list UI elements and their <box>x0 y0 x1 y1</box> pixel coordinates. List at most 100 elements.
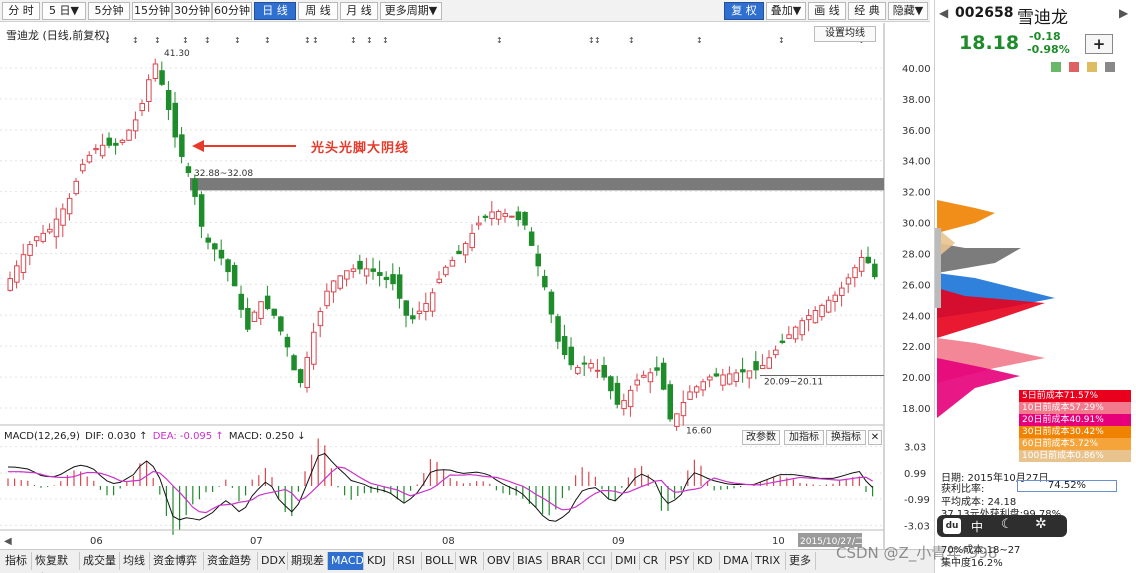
prev-stock-icon[interactable]: ◀ <box>939 6 948 20</box>
period-button-5day[interactable]: 5 日▼ <box>42 2 86 20</box>
gap-band <box>190 178 884 191</box>
overlay-button[interactable]: 叠加▼ <box>766 2 806 20</box>
chart-title: 雪迪龙 (日线,前复权) <box>6 29 110 42</box>
candle-body <box>284 336 291 348</box>
indicator-tab[interactable]: WR <box>456 552 484 570</box>
candle-body <box>766 357 772 369</box>
indicator-tab[interactable]: CR <box>640 552 666 570</box>
indicator-tab[interactable]: DMI <box>612 552 640 570</box>
price-tick-label: 28.00 <box>902 249 931 260</box>
indicator-tab[interactable]: 资金趋势 <box>204 552 258 570</box>
candle-annotation: 光头光脚大阴线 <box>311 141 410 156</box>
event-marker: ↕ <box>382 36 389 45</box>
hide-button[interactable]: 隐藏▼ <box>888 2 928 20</box>
chip-scrollbar <box>935 228 941 308</box>
period-button-60min[interactable]: 60分钟 <box>212 2 252 20</box>
candle-body <box>535 253 541 267</box>
candle-body <box>205 237 211 243</box>
ma-setting-button[interactable]: 设置均线 <box>814 26 876 42</box>
indicator-tab[interactable]: CCI <box>584 552 612 570</box>
indicator-tab[interactable]: DDX <box>258 552 288 570</box>
period-button-30min[interactable]: 30分钟 <box>172 2 212 20</box>
candle-body <box>99 144 106 157</box>
indicator-tab[interactable]: BOLL <box>422 552 456 570</box>
indicator-tab[interactable]: 更多 <box>786 552 816 570</box>
candle-body <box>192 178 198 197</box>
period-button-15min[interactable]: 15分钟 <box>132 2 172 20</box>
edit-params-button[interactable]: 改参数 <box>742 430 780 445</box>
close-indicator-button[interactable]: ✕ <box>868 430 882 445</box>
candle-body <box>86 154 93 163</box>
du-icon[interactable]: du <box>943 518 961 534</box>
indicator-tab[interactable]: DMA <box>720 552 752 570</box>
indicator-tab[interactable]: KD <box>694 552 720 570</box>
candle-body <box>872 263 878 278</box>
macd-value: MACD: 0.250 ↓ <box>228 431 306 442</box>
period-button-5min[interactable]: 5分钟 <box>88 2 130 20</box>
candle-body <box>218 249 225 259</box>
candle-body <box>443 266 449 276</box>
indicator-tab[interactable]: BRAR <box>548 552 584 570</box>
switch-indicator-button[interactable]: 换指标 <box>826 430 866 445</box>
candle-body <box>561 336 568 356</box>
indicator-tab[interactable]: 期现差 <box>288 552 328 570</box>
event-marker: ↕ <box>696 36 703 45</box>
period-button-daily[interactable]: 日 线 <box>254 2 296 20</box>
candle-body <box>627 389 634 408</box>
flag-icon <box>1087 62 1097 72</box>
indicator-tab[interactable]: 指标 <box>2 552 32 570</box>
candle-body <box>113 142 119 146</box>
macd-dif-value: DIF: 0.030 ↑ <box>85 431 148 442</box>
stock-change-pct: -0.98% <box>1027 43 1070 56</box>
add-watchlist-button[interactable]: + <box>1085 34 1113 54</box>
candle-body <box>515 211 522 221</box>
indicator-tab[interactable]: PSY <box>666 552 694 570</box>
price-row: 18.18 -0.18 -0.98% + <box>935 30 1136 58</box>
next-stock-icon[interactable]: ▶ <box>1119 6 1128 20</box>
event-marker: ↕ <box>182 36 189 45</box>
indicator-tab[interactable]: BIAS <box>514 552 548 570</box>
indicator-tab[interactable]: MACD <box>328 552 364 570</box>
cost-legend-item: 30日前成本30.42% <box>1019 426 1131 438</box>
event-marker: ↕ <box>778 36 785 45</box>
candle-body <box>548 291 555 315</box>
indicator-tab[interactable]: TRIX <box>752 552 786 570</box>
moon-icon[interactable]: ☾ <box>1001 517 1013 532</box>
candle-body <box>555 316 561 342</box>
indicator-tab[interactable]: KDJ <box>364 552 394 570</box>
period-button-more[interactable]: 更多周期▼ <box>380 2 442 20</box>
period-button-fenshi[interactable]: 分 时 <box>2 2 40 20</box>
add-indicator-button[interactable]: 加指标 <box>784 430 824 445</box>
indicator-tab[interactable]: 均线 <box>120 552 150 570</box>
candle-body <box>634 379 640 386</box>
candle-body <box>20 254 27 273</box>
candle-body <box>264 295 271 309</box>
candle-body <box>832 294 838 302</box>
classic-button[interactable]: 经 典 <box>848 2 886 20</box>
indicator-tab[interactable]: OBV <box>484 552 514 570</box>
draw-line-button[interactable]: 画 线 <box>808 2 846 20</box>
period-button-monthly[interactable]: 月 线 <box>340 2 378 20</box>
gear-icon[interactable]: ✲ <box>1035 516 1047 532</box>
candle-body <box>225 259 231 273</box>
macd-tick-label: 3.03 <box>904 443 926 454</box>
kline-chart-area[interactable]: 40.00 38.00 36.00 34.00 32.00 30.00 28.00 26.00… <box>0 23 934 550</box>
x-month-label: 06 <box>90 536 103 547</box>
candle-body <box>812 309 819 324</box>
candle-body <box>759 364 766 369</box>
chinese-input-icon[interactable]: 中 <box>971 518 983 535</box>
indicator-tab[interactable]: 资金博弈 <box>150 552 204 570</box>
indicator-tab[interactable]: 成交量 <box>80 552 120 570</box>
price-tick-label: 22.00 <box>902 342 931 353</box>
kline-chart-svg[interactable]: 40.00 38.00 36.00 34.00 32.00 30.00 28.00 26.00… <box>0 23 934 550</box>
period-button-weekly[interactable]: 周 线 <box>298 2 338 20</box>
cost-legend-item: 60日前成本5.72% <box>1019 438 1131 450</box>
event-marker: ↕ <box>350 36 357 45</box>
event-marker: ↕ <box>594 36 601 45</box>
indicator-tab[interactable]: RSI <box>394 552 422 570</box>
indicator-tab[interactable]: 恢复默认 <box>32 552 80 573</box>
x-month-label: 10 <box>772 536 785 547</box>
stock-chart-app: 分 时 5 日▼ 5分钟 15分钟 30分钟 60分钟 日 线 周 线 月 线 … <box>0 0 1136 573</box>
restore-rights-button[interactable]: 复 权 <box>724 2 764 20</box>
price-tick-label: 40.00 <box>902 64 931 75</box>
